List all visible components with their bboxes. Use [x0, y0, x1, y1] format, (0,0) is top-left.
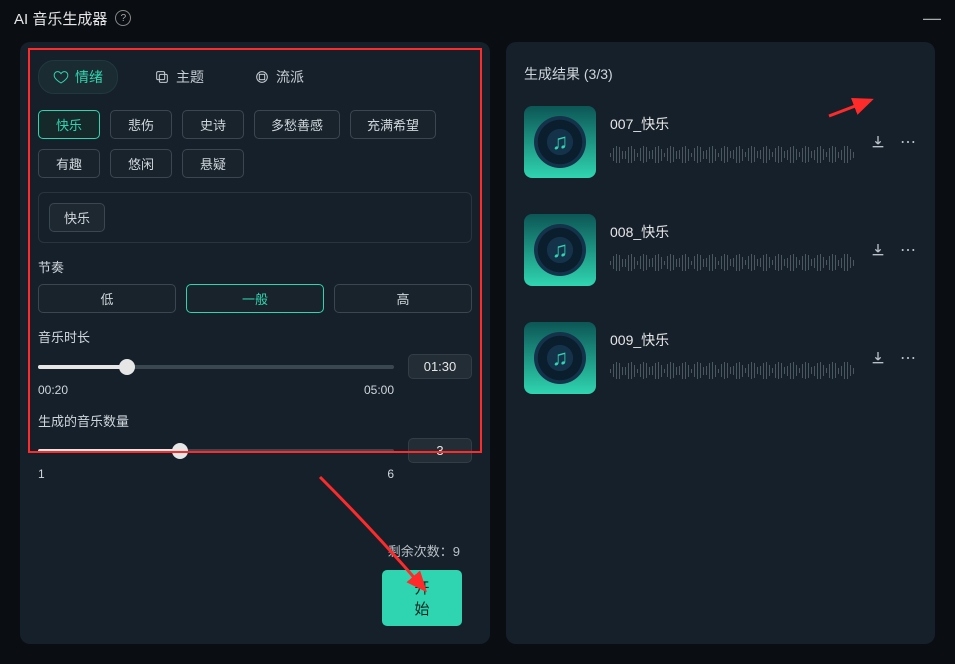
duration-min: 00:20 — [38, 383, 68, 397]
tab-theme[interactable]: 主题 — [140, 61, 218, 93]
result-item: ♫ 009_快乐 ⋯ — [524, 322, 917, 400]
remaining-credits: 剩余次数：9 — [38, 541, 460, 560]
result-item: ♫ 008_快乐 ⋯ — [524, 214, 917, 292]
music-note-icon: ♫ — [552, 345, 569, 371]
more-icon[interactable]: ⋯ — [899, 349, 917, 367]
selected-tags-well: 快乐 — [38, 192, 472, 243]
start-button[interactable]: 开始 — [382, 570, 462, 626]
results-title: 生成结果 (3/3) — [524, 64, 917, 84]
tab-genre[interactable]: 流派 — [240, 61, 318, 93]
tab-emotion-label: 情绪 — [75, 67, 103, 87]
result-thumbnail[interactable]: ♫ — [524, 214, 596, 286]
tag-sad[interactable]: 悲伤 — [110, 110, 172, 139]
tabs: 情绪 主题 流派 — [38, 60, 472, 94]
duration-label: 音乐时长 — [38, 327, 472, 346]
duration-value: 01:30 — [408, 354, 472, 379]
more-icon[interactable]: ⋯ — [899, 133, 917, 151]
stack-icon — [154, 69, 170, 85]
tag-epic[interactable]: 史诗 — [182, 110, 244, 139]
config-panel: 情绪 主题 流派 快乐 悲伤 史诗 多愁善感 充满希望 有趣 悠闲 悬疑 快乐 — [20, 42, 490, 644]
tab-emotion[interactable]: 情绪 — [38, 60, 118, 94]
app-title: AI 音乐生成器 — [14, 8, 107, 29]
waveform[interactable] — [610, 362, 855, 386]
result-thumbnail[interactable]: ♫ — [524, 106, 596, 178]
tempo-medium[interactable]: 一般 — [186, 284, 324, 313]
music-note-icon: ♫ — [552, 129, 569, 155]
waveform[interactable] — [610, 254, 855, 278]
help-icon[interactable]: ? — [115, 10, 131, 26]
download-icon[interactable] — [869, 241, 887, 259]
duration-max: 05:00 — [364, 383, 394, 397]
download-icon[interactable] — [869, 133, 887, 151]
count-label: 生成的音乐数量 — [38, 411, 472, 430]
tempo-high[interactable]: 高 — [334, 284, 472, 313]
result-name: 007_快乐 — [610, 114, 855, 134]
tag-hopeful[interactable]: 充满希望 — [350, 110, 436, 139]
more-icon[interactable]: ⋯ — [899, 241, 917, 259]
result-name: 009_快乐 — [610, 330, 855, 350]
tab-genre-label: 流派 — [276, 67, 304, 87]
titlebar: AI 音乐生成器 ? — — [0, 0, 955, 36]
count-max: 6 — [387, 467, 394, 481]
waveform[interactable] — [610, 146, 855, 170]
results-panel: 生成结果 (3/3) ♫ 007_快乐 ⋯ ♫ — [506, 42, 935, 644]
minimize-icon[interactable]: — — [923, 13, 941, 23]
duration-slider[interactable] — [38, 358, 394, 376]
download-icon[interactable] — [869, 349, 887, 367]
result-item: ♫ 007_快乐 ⋯ — [524, 106, 917, 184]
tempo-label: 节奏 — [38, 257, 472, 276]
count-slider[interactable] — [38, 442, 394, 460]
grid-icon — [254, 69, 270, 85]
heart-icon — [53, 69, 69, 85]
count-value: 3 — [408, 438, 472, 463]
tempo-row: 低 一般 高 — [38, 284, 472, 313]
tag-happy[interactable]: 快乐 — [38, 110, 100, 139]
count-min: 1 — [38, 467, 45, 481]
result-name: 008_快乐 — [610, 222, 855, 242]
emotion-tag-grid: 快乐 悲伤 史诗 多愁善感 充满希望 有趣 悠闲 悬疑 — [38, 110, 472, 178]
tempo-low[interactable]: 低 — [38, 284, 176, 313]
tab-theme-label: 主题 — [176, 67, 204, 87]
tag-sentimental[interactable]: 多愁善感 — [254, 110, 340, 139]
tag-relaxed[interactable]: 悠闲 — [110, 149, 172, 178]
tag-fun[interactable]: 有趣 — [38, 149, 100, 178]
result-thumbnail[interactable]: ♫ — [524, 322, 596, 394]
tag-suspense[interactable]: 悬疑 — [182, 149, 244, 178]
selected-tag-pill[interactable]: 快乐 — [49, 203, 105, 232]
music-note-icon: ♫ — [552, 237, 569, 263]
